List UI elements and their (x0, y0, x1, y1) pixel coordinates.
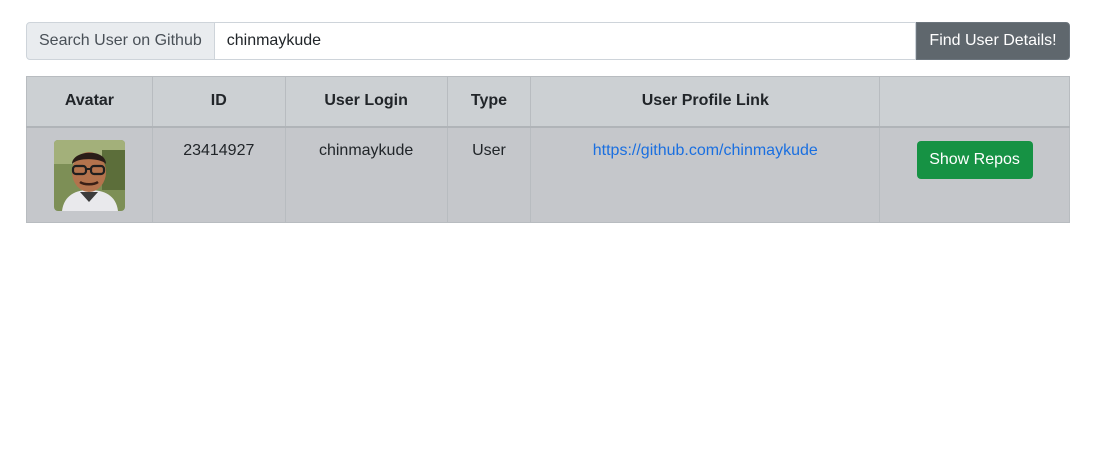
results-table: Avatar ID User Login Type User Profile L… (26, 76, 1070, 223)
header-id: ID (151, 76, 286, 128)
table-row: 23414927 chinmaykude User https://github… (26, 126, 1070, 223)
find-user-details-button[interactable]: Find User Details! (916, 22, 1070, 60)
header-actions (879, 76, 1070, 128)
show-repos-button[interactable]: Show Repos (916, 140, 1033, 179)
header-avatar: Avatar (26, 76, 153, 128)
cell-action: Show Repos (879, 126, 1070, 223)
table-header-row: Avatar ID User Login Type User Profile L… (26, 76, 1070, 128)
cell-type: User (446, 126, 532, 223)
header-user-profile-link: User Profile Link (530, 76, 881, 128)
search-bar: Search User on Github Find User Details! (26, 22, 1070, 60)
cell-profile-link: https://github.com/chinmaykude (530, 126, 881, 223)
search-label: Search User on Github (26, 22, 215, 60)
header-user-login: User Login (284, 76, 448, 128)
cell-user-login: chinmaykude (284, 126, 448, 223)
header-type: Type (446, 76, 532, 128)
cell-id: 23414927 (151, 126, 286, 223)
profile-link[interactable]: https://github.com/chinmaykude (593, 142, 818, 159)
cell-avatar (26, 126, 153, 223)
user-avatar-photo (53, 139, 125, 211)
search-input[interactable] (213, 22, 916, 60)
